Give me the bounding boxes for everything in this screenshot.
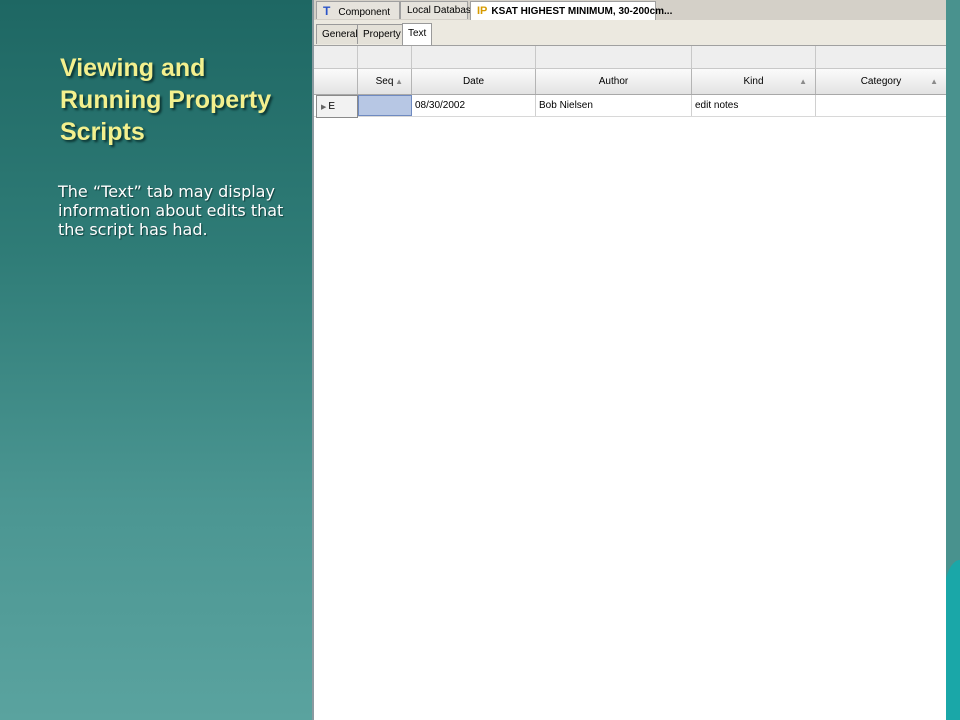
cell-seq[interactable] xyxy=(358,95,412,116)
table-row[interactable]: 08/30/2002 Bob Nielsen edit notes xyxy=(314,95,946,117)
slide-title: Viewing and Running Property Scripts xyxy=(60,52,300,148)
tab-component[interactable]: T Component xyxy=(316,1,400,19)
column-header-category-label: Category xyxy=(860,76,902,87)
grid-corner-cell xyxy=(314,69,358,94)
grid-top-cell xyxy=(314,46,358,68)
grid-top-cell xyxy=(536,46,692,68)
column-header-seq-label: Seq xyxy=(375,76,394,87)
app-window: T Component Local Database IP KSAT HIGHEST… xyxy=(312,0,946,720)
tab-ksat-label: KSAT HIGHEST MINIMUM, 30-200cm... xyxy=(491,6,673,17)
slide-title-line-2: Running Property xyxy=(60,86,272,114)
column-header-author[interactable]: Author xyxy=(536,69,692,94)
tab-local-database[interactable]: Local Database xyxy=(400,1,477,19)
document-tab-bar: T Component Local Database IP KSAT HIGHEST… xyxy=(314,0,946,21)
tab-text[interactable]: Text xyxy=(402,23,433,45)
slide-title-line-3: Scripts xyxy=(60,118,145,146)
slide-edge-wave xyxy=(944,560,960,720)
cell-date[interactable]: 08/30/2002 xyxy=(412,95,536,116)
tab-local-database-label: Local Database xyxy=(407,5,477,16)
column-header-seq[interactable]: Seq ▲ xyxy=(358,69,412,94)
grid-top-cell xyxy=(358,46,412,68)
grid-top-cell xyxy=(816,46,946,68)
grid-top-cell xyxy=(692,46,816,68)
column-header-date[interactable]: Date xyxy=(412,69,536,94)
column-header-kind[interactable]: Kind ▲ xyxy=(692,69,816,94)
slide-title-line-1: Viewing and xyxy=(60,54,206,82)
grid-top-cell xyxy=(412,46,536,68)
sort-ascending-icon: ▲ xyxy=(930,77,938,86)
tab-property[interactable]: Property xyxy=(357,24,407,44)
sort-ascending-icon: ▲ xyxy=(395,77,403,86)
cell-author[interactable]: Bob Nielsen xyxy=(536,95,692,116)
sub-tab-bar: General Property Text xyxy=(314,20,946,46)
tab-ksat-highest-minimum[interactable]: IP KSAT HIGHEST MINIMUM, 30-200cm... xyxy=(470,1,672,21)
sort-ascending-icon: ▲ xyxy=(799,77,807,86)
slide-body-text: The “Text” tab may display information a… xyxy=(58,182,284,239)
cell-category[interactable] xyxy=(816,95,946,116)
row-pointer-icon: ▶ xyxy=(321,104,327,111)
tab-component-label: Component xyxy=(338,7,391,18)
row-selector[interactable]: ▶ E xyxy=(316,95,358,118)
row-marker: E xyxy=(328,101,336,112)
cell-kind[interactable]: edit notes xyxy=(692,95,816,116)
grid-group-header xyxy=(314,46,946,69)
property-script-icon: IP xyxy=(477,5,488,17)
grid-header-row: Seq ▲ Date Author Kind ▲ Category ▲ xyxy=(314,69,946,95)
column-header-kind-label: Kind xyxy=(743,76,764,87)
component-type-icon: T xyxy=(323,4,331,18)
column-header-category[interactable]: Category ▲ xyxy=(816,69,946,94)
